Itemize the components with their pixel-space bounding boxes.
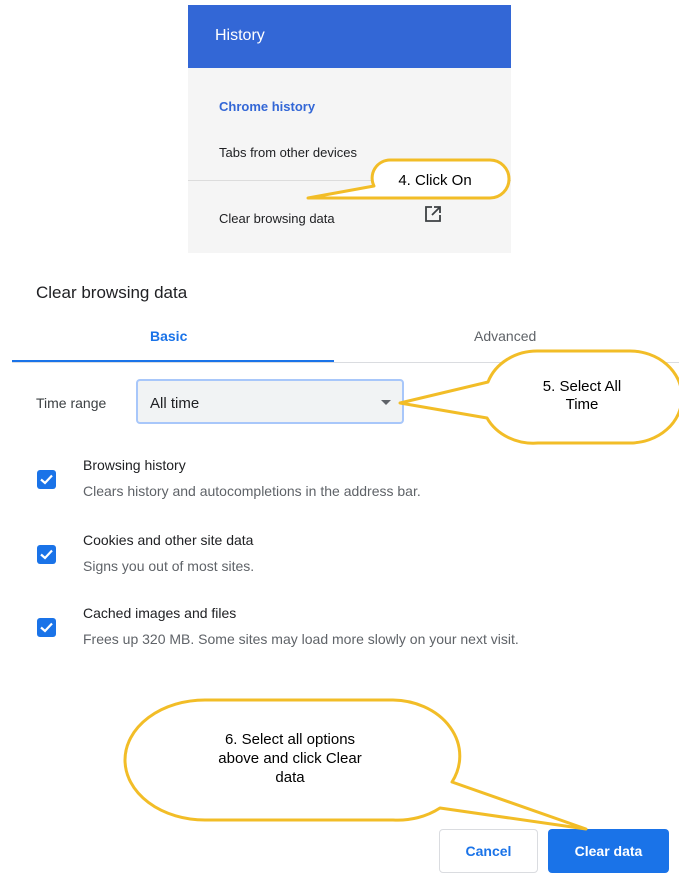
callout-5-line-2: Time xyxy=(565,396,599,413)
callout-4-text: 4. Click On xyxy=(398,172,472,189)
callout-5-line-1: 5. Select All xyxy=(542,378,622,395)
callout-6-line-1: 6. Select all options xyxy=(224,731,356,748)
callout-6-line-3: data xyxy=(275,769,305,786)
callout-6-line-2: above and click Clear xyxy=(218,750,362,767)
